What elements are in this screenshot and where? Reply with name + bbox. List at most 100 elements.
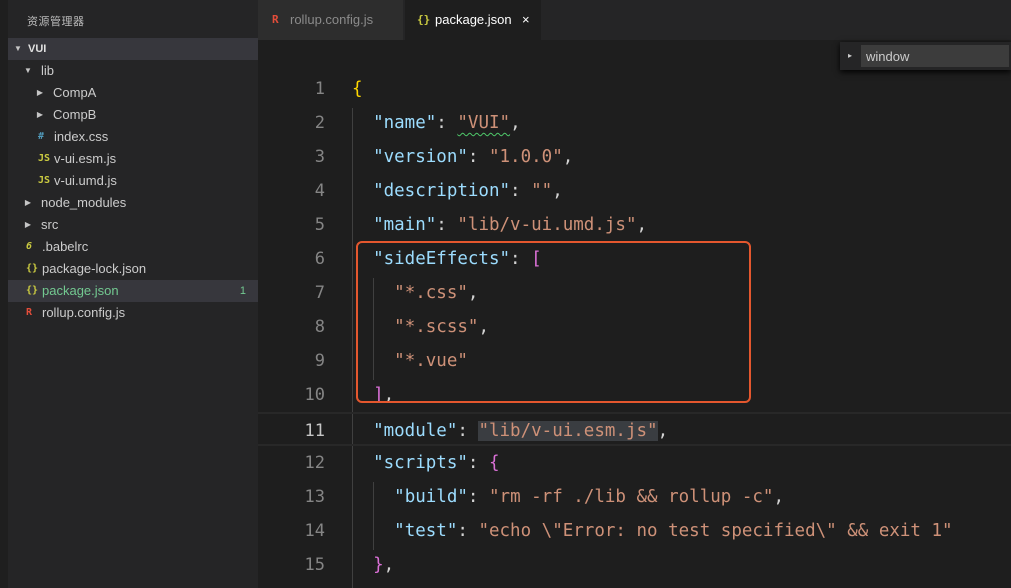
- code-text: "version": "1.0.0",: [352, 140, 573, 174]
- tree-item-package-json[interactable]: {} package.json 1: [8, 280, 258, 302]
- rollup-icon: R: [26, 307, 33, 318]
- tab-label: rollup.config.js: [290, 12, 374, 27]
- tree-root-label: VUI: [28, 43, 47, 55]
- code-text: "scripts": {: [352, 446, 499, 480]
- tree-item-compa[interactable]: ▶ CompA: [8, 82, 258, 104]
- code-text: "name": "VUI",: [352, 106, 521, 140]
- tab-label: package.json: [435, 12, 512, 27]
- json-key: "build": [394, 487, 468, 507]
- json-key: "module": [373, 421, 458, 441]
- code-line[interactable]: 15 },: [258, 548, 1011, 582]
- json-punctuation: [352, 487, 394, 507]
- babel-icon: 6: [26, 241, 33, 252]
- line-number: 3: [314, 147, 325, 167]
- tree-item-package-lock-json[interactable]: {} package-lock.json: [8, 258, 258, 280]
- json-punctuation: :: [510, 181, 532, 201]
- tree-item-label: src: [41, 217, 59, 232]
- tree-item-label: rollup.config.js: [42, 305, 126, 320]
- toggle-replace-icon[interactable]: ▸: [843, 42, 857, 70]
- code-line[interactable]: 13 "build": "rm -rf ./lib && rollup -c",: [258, 480, 1011, 514]
- tree-item-label: lib: [41, 63, 55, 78]
- tree-item-label: v-ui.umd.js: [54, 173, 117, 188]
- tree-item-src[interactable]: ▶ src: [8, 214, 258, 236]
- css-hash-icon: #: [38, 131, 45, 142]
- json-braces-icon: {}: [417, 13, 431, 26]
- tree-item-v-ui-umd-js[interactable]: JS v-ui.umd.js: [8, 170, 258, 192]
- json-punctuation: :: [467, 147, 489, 167]
- json-punctuation: :: [457, 521, 479, 541]
- json-punctuation: ,: [383, 555, 395, 575]
- json-punctuation: [352, 421, 373, 441]
- find-input[interactable]: [861, 45, 1009, 67]
- json-punctuation: :: [436, 113, 458, 133]
- json-string: "echo \"Error: no test specified\" && ex…: [478, 521, 953, 541]
- json-punctuation: :: [467, 453, 489, 473]
- code-text: "main": "lib/v-ui.umd.js",: [352, 208, 647, 242]
- code-line[interactable]: 3 "version": "1.0.0",: [258, 140, 1011, 174]
- tree-item-rollup-config-js[interactable]: Rrollup.config.js: [8, 302, 258, 324]
- json-punctuation: :: [436, 215, 458, 235]
- tree-item-node-modules[interactable]: ▶ node_modules: [8, 192, 258, 214]
- line-number: 10: [304, 385, 325, 405]
- tree-item-label: .babelrc: [42, 239, 89, 254]
- js-icon: JS: [38, 175, 51, 186]
- js-icon: JS: [38, 153, 51, 164]
- json-punctuation: [352, 113, 373, 133]
- json-braces-icon: {}: [26, 285, 39, 296]
- problem-count-badge: 1: [239, 285, 246, 297]
- line-number: 4: [314, 181, 325, 201]
- json-punctuation: ,: [773, 487, 785, 507]
- tree-item-lib[interactable]: ▼ lib: [8, 60, 258, 82]
- json-punctuation: [352, 147, 373, 167]
- json-punctuation: [352, 555, 373, 575]
- close-icon[interactable]: ×: [522, 0, 530, 40]
- tree-item-v-ui-esm-js[interactable]: JS v-ui.esm.js: [8, 148, 258, 170]
- explorer-sidebar: 资源管理器 ▼ VUI ▼ lib ▶ CompA ▶ CompB # index.css JS…: [0, 0, 258, 588]
- json-punctuation: :: [467, 487, 489, 507]
- explorer-title: 资源管理器: [27, 16, 85, 28]
- tree-item-babelrc[interactable]: 6 .babelrc: [8, 236, 258, 258]
- json-key: "scripts": [373, 453, 468, 473]
- json-punctuation: [352, 181, 373, 201]
- tree-item-label: package.json: [42, 283, 119, 298]
- json-punctuation: [352, 521, 394, 541]
- code-line[interactable]: 11 "module": "lib/v-ui.esm.js",: [258, 412, 1011, 446]
- json-string: "1.0.0": [488, 147, 563, 167]
- tree-root-vui[interactable]: ▼ VUI: [8, 38, 258, 60]
- json-punctuation: ,: [510, 113, 521, 133]
- code-line[interactable]: 5 "main": "lib/v-ui.umd.js",: [258, 208, 1011, 242]
- activity-bar-edge: [0, 0, 8, 588]
- tab-package-json[interactable]: {} package.json ×: [405, 0, 541, 40]
- tab-rollup-config[interactable]: R rollup.config.js: [258, 0, 403, 40]
- json-string: "VUI": [457, 113, 511, 133]
- json-punctuation: :: [457, 421, 479, 441]
- code-line[interactable]: 4 "description": "",: [258, 174, 1011, 208]
- line-number: 13: [304, 487, 325, 507]
- code-line[interactable]: 1{: [258, 72, 1011, 106]
- chevron-down-icon: ▼: [24, 66, 32, 75]
- tree-item-label: node_modules: [41, 195, 127, 210]
- line-number: 8: [314, 317, 325, 337]
- tree-item-label: CompA: [53, 85, 97, 100]
- code-text: "test": "echo \"Error: no test specified…: [352, 514, 953, 548]
- line-number: 6: [314, 249, 325, 269]
- code-line[interactable]: 14 "test": "echo \"Error: no test specif…: [258, 514, 1011, 548]
- line-number: 14: [304, 521, 325, 541]
- json-punctuation: [352, 453, 373, 473]
- code-text: "module": "lib/v-ui.esm.js",: [352, 414, 668, 448]
- tree-item-index-css[interactable]: # index.css: [8, 126, 258, 148]
- chevron-right-icon: ▶: [24, 220, 32, 229]
- tree-item-label: CompB: [53, 107, 97, 122]
- code-text: },: [352, 548, 394, 582]
- json-punctuation: ,: [657, 421, 669, 441]
- code-line[interactable]: 2 "name": "VUI",: [258, 106, 1011, 140]
- chevron-right-icon: ▶: [24, 198, 32, 207]
- json-key: "test": [394, 521, 458, 541]
- code-line[interactable]: 12 "scripts": {: [258, 446, 1011, 480]
- tree-item-compb[interactable]: ▶ CompB: [8, 104, 258, 126]
- json-bracket: {: [352, 79, 363, 99]
- find-widget: ▸: [840, 42, 1011, 70]
- json-key: "version": [373, 147, 468, 167]
- line-number: 9: [314, 351, 325, 371]
- json-punctuation: ,: [552, 181, 563, 201]
